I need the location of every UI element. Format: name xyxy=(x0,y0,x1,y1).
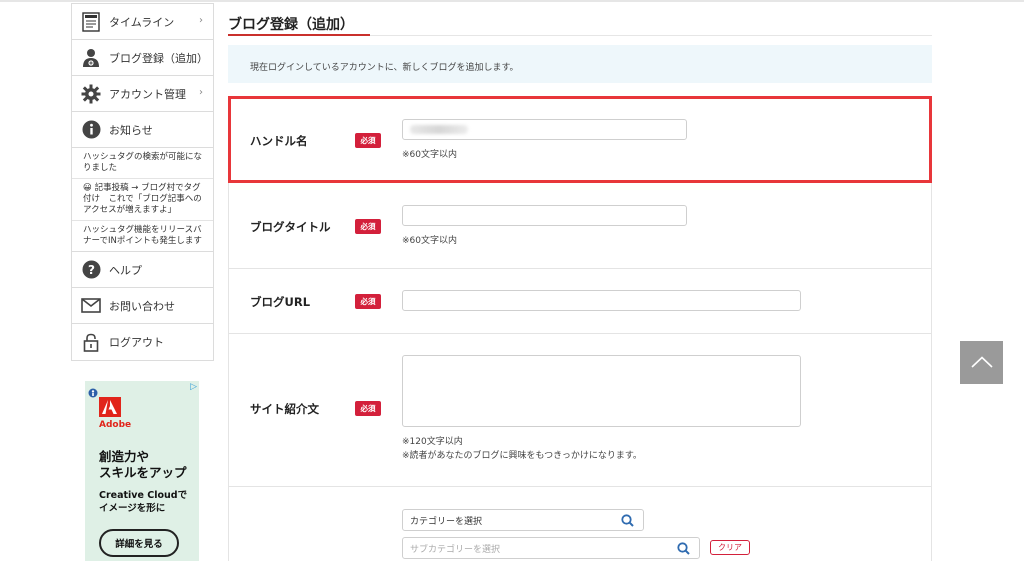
field-label: サイト紹介文 xyxy=(250,402,319,416)
gear-icon xyxy=(80,83,102,105)
search-icon xyxy=(621,514,634,530)
field-label: ブログタイトル xyxy=(250,220,331,234)
ad-subtext-line: イメージを形に xyxy=(99,503,166,514)
info-message: 現在ログインしているアカウントに、新しくブログを追加します。 xyxy=(228,45,932,83)
user-add-icon xyxy=(80,47,102,69)
adobe-ad-banner[interactable]: ▷ Adobe 創造力や スキルをアップ Creative Cloudで イメー… xyxy=(85,381,199,561)
category-value: カテゴリーを選択 xyxy=(410,516,483,527)
field-hint: ※120文字以内 ※読者があなたのブログに興味をもつきっかけになります。 xyxy=(402,435,642,463)
sidebar-item-help[interactable]: ? ヘルプ xyxy=(72,252,213,288)
page-title: ブログ登録（追加） xyxy=(228,17,354,33)
ad-headline-line: 創造力や xyxy=(99,449,150,464)
chevron-up-icon xyxy=(970,353,993,372)
field-hint-line: ※読者があなたのブログに興味をもつきっかけになります。 xyxy=(402,451,642,461)
form-row-category: カテゴリーを選択 サブカテゴリーを選択 クリア xyxy=(229,487,931,561)
required-badge: 必須 xyxy=(355,401,381,416)
title-rule xyxy=(370,35,932,36)
sidebar-item-label: タイムライン xyxy=(109,15,175,29)
notice-item[interactable]: 😀 記事投稿 → ブログ村でタグ付け これで「ブログ記事へのアクセスが増えますよ… xyxy=(72,179,213,221)
subcategory-select[interactable]: サブカテゴリーを選択 xyxy=(402,537,700,559)
ad-choices-icon[interactable]: ▷ xyxy=(190,382,197,392)
sidebar-item-label: ヘルプ xyxy=(109,263,142,277)
top-border xyxy=(0,0,1024,2)
ad-info-icon[interactable] xyxy=(88,383,98,398)
timeline-icon xyxy=(80,11,102,33)
mail-icon xyxy=(80,295,102,317)
lock-icon xyxy=(80,331,102,353)
subcategory-placeholder: サブカテゴリーを選択 xyxy=(410,544,501,555)
required-badge: 必須 xyxy=(355,294,381,309)
info-icon xyxy=(80,119,102,141)
sidebar-item-blog-register[interactable]: ブログ登録（追加） xyxy=(72,40,213,76)
sidebar: タイムライン › ブログ登録（追加） アカウント管理 › お知らせ ハッシュタグ… xyxy=(71,3,214,361)
chevron-right-icon: › xyxy=(199,15,203,26)
sidebar-item-label: ブログ登録（追加） xyxy=(109,51,208,65)
notice-item[interactable]: ハッシュタグの検索が可能になりました xyxy=(72,148,213,179)
sidebar-item-logout[interactable]: ログアウト xyxy=(72,324,213,360)
sidebar-item-label: アカウント管理 xyxy=(109,87,186,101)
sidebar-item-label: お問い合わせ xyxy=(109,299,175,313)
sidebar-item-label: お知らせ xyxy=(109,123,153,137)
title-underline xyxy=(228,34,370,36)
ad-brand: Adobe xyxy=(99,420,132,430)
ad-subtext: Creative Cloudで イメージを形に xyxy=(99,489,187,515)
search-icon xyxy=(677,542,690,558)
scroll-to-top-button[interactable] xyxy=(960,341,1003,384)
ad-headline-line: スキルをアップ xyxy=(99,465,187,480)
chevron-right-icon: › xyxy=(199,87,203,98)
svg-text:?: ? xyxy=(88,263,95,277)
ad-headline: 創造力や スキルをアップ xyxy=(99,449,187,481)
description-textarea[interactable] xyxy=(402,355,801,427)
field-label: ブログURL xyxy=(250,295,311,309)
blog-url-input[interactable] xyxy=(402,290,801,311)
form-row-blog-url: ブログURL 必須 xyxy=(229,269,931,334)
sidebar-item-account[interactable]: アカウント管理 › xyxy=(72,76,213,112)
sidebar-item-timeline[interactable]: タイムライン › xyxy=(72,4,213,40)
adobe-logo-icon xyxy=(99,397,121,417)
field-hint-line: ※120文字以内 xyxy=(402,437,463,447)
form-row-description: サイト紹介文 必須 ※120文字以内 ※読者があなたのブログに興味をもつきっかけ… xyxy=(229,334,931,487)
sidebar-item-label: ログアウト xyxy=(109,336,164,349)
notice-list: ハッシュタグの検索が可能になりました 😀 記事投稿 → ブログ村でタグ付け これ… xyxy=(72,148,213,252)
blog-title-input[interactable] xyxy=(402,205,687,226)
handle-row-highlight xyxy=(228,96,932,183)
clear-button[interactable]: クリア xyxy=(710,540,750,555)
category-select[interactable]: カテゴリーを選択 xyxy=(402,509,644,531)
field-hint: ※60文字以内 xyxy=(402,236,457,246)
required-badge: 必須 xyxy=(355,219,381,234)
notice-item[interactable]: ハッシュタグ機能をリリースバナーでINポイントも発生します xyxy=(72,221,213,251)
ad-subtext-line: Creative Cloudで xyxy=(99,490,188,501)
help-icon: ? xyxy=(80,259,102,281)
form-row-blog-title: ブログタイトル 必須 ※60文字以内 xyxy=(229,183,931,269)
sidebar-item-news[interactable]: お知らせ xyxy=(72,112,213,148)
ad-details-button[interactable]: 詳細を見る xyxy=(99,529,179,557)
sidebar-item-contact[interactable]: お問い合わせ xyxy=(72,288,213,324)
